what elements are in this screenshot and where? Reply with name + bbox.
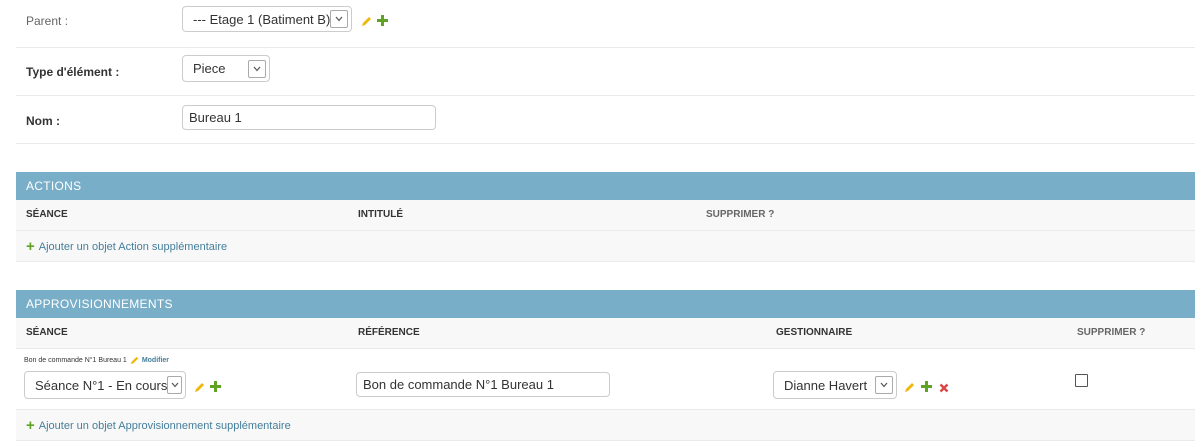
gestionnaire-select[interactable]: Dianne Havert (773, 371, 897, 399)
gestionnaire-select-value: Dianne Havert (784, 377, 868, 393)
parent-select-value: --- Etage 1 (Batiment B) (193, 11, 331, 27)
plus-icon: + (26, 238, 35, 255)
nom-row: Nom : Bureau 1 (16, 95, 1195, 144)
chevron-down-icon (248, 59, 266, 78)
add-action-link[interactable]: + Ajouter un objet Action supplémentaire (26, 239, 227, 254)
add-action-label: Ajouter un objet Action supplémentaire (38, 240, 228, 253)
chevron-down-icon (167, 376, 182, 394)
parent-row: Parent : --- Etage 1 (Batiment B) (16, 0, 1195, 48)
table-row: Bon de commande N°1 Bureau 1 Modifier Sé… (16, 349, 1195, 410)
column-reference: RÉFÉRENCE (358, 327, 420, 338)
actions-add-row: + Ajouter un objet Action supplémentaire (16, 231, 1195, 262)
nom-input[interactable]: Bureau 1 (182, 105, 436, 130)
column-intitule: INTITULÉ (358, 209, 403, 220)
plus-icon[interactable] (377, 13, 388, 31)
approvisionnements-add-row: + Ajouter un objet Approvisionnement sup… (16, 410, 1195, 441)
type-select[interactable]: Piece (182, 55, 270, 82)
plus-icon[interactable] (921, 379, 932, 397)
nom-label: Nom : (26, 114, 60, 128)
delete-checkbox[interactable] (1075, 374, 1088, 387)
chevron-down-icon (330, 10, 348, 28)
actions-header: ACTIONS (16, 172, 1195, 200)
approvisionnements-columns: SÉANCE RÉFÉRENCE GESTIONNAIRE SUPPRIMER … (16, 318, 1195, 349)
actions-columns: SÉANCE INTITULÉ SUPPRIMER ? (16, 200, 1195, 231)
column-gestionnaire: GESTIONNAIRE (776, 327, 853, 338)
pencil-icon[interactable] (361, 14, 372, 32)
column-seance: SÉANCE (26, 209, 68, 220)
chevron-down-icon (875, 376, 893, 394)
column-seance: SÉANCE (26, 327, 68, 338)
approvisionnements-header: APPROVISIONNEMENTS (16, 290, 1195, 318)
plus-icon[interactable] (210, 379, 221, 397)
delete-x-icon[interactable] (939, 380, 949, 398)
parent-select[interactable]: --- Etage 1 (Batiment B) (182, 6, 352, 32)
seance-select-value: Séance N°1 - En cours (35, 377, 168, 393)
type-label: Type d'élément : (26, 65, 120, 79)
reference-input[interactable]: Bon de commande N°1 Bureau 1 (356, 372, 610, 397)
modify-link[interactable]: Modifier (142, 357, 169, 364)
pencil-icon[interactable] (194, 380, 205, 398)
add-approvisionnement-link[interactable]: + Ajouter un objet Approvisionnement sup… (26, 418, 291, 433)
type-select-value: Piece (193, 61, 226, 76)
pencil-icon (130, 356, 138, 365)
type-row: Type d'élément : Piece (16, 47, 1195, 96)
column-supprimer: SUPPRIMER ? (1077, 327, 1146, 338)
row-caption: Bon de commande N°1 Bureau 1 Modifier (24, 356, 169, 365)
seance-select[interactable]: Séance N°1 - En cours (24, 371, 186, 399)
plus-icon: + (26, 417, 35, 434)
pencil-icon[interactable] (904, 380, 915, 398)
column-supprimer: SUPPRIMER ? (706, 209, 775, 220)
row-caption-text: Bon de commande N°1 Bureau 1 (24, 357, 127, 364)
parent-label: Parent : (26, 14, 69, 28)
